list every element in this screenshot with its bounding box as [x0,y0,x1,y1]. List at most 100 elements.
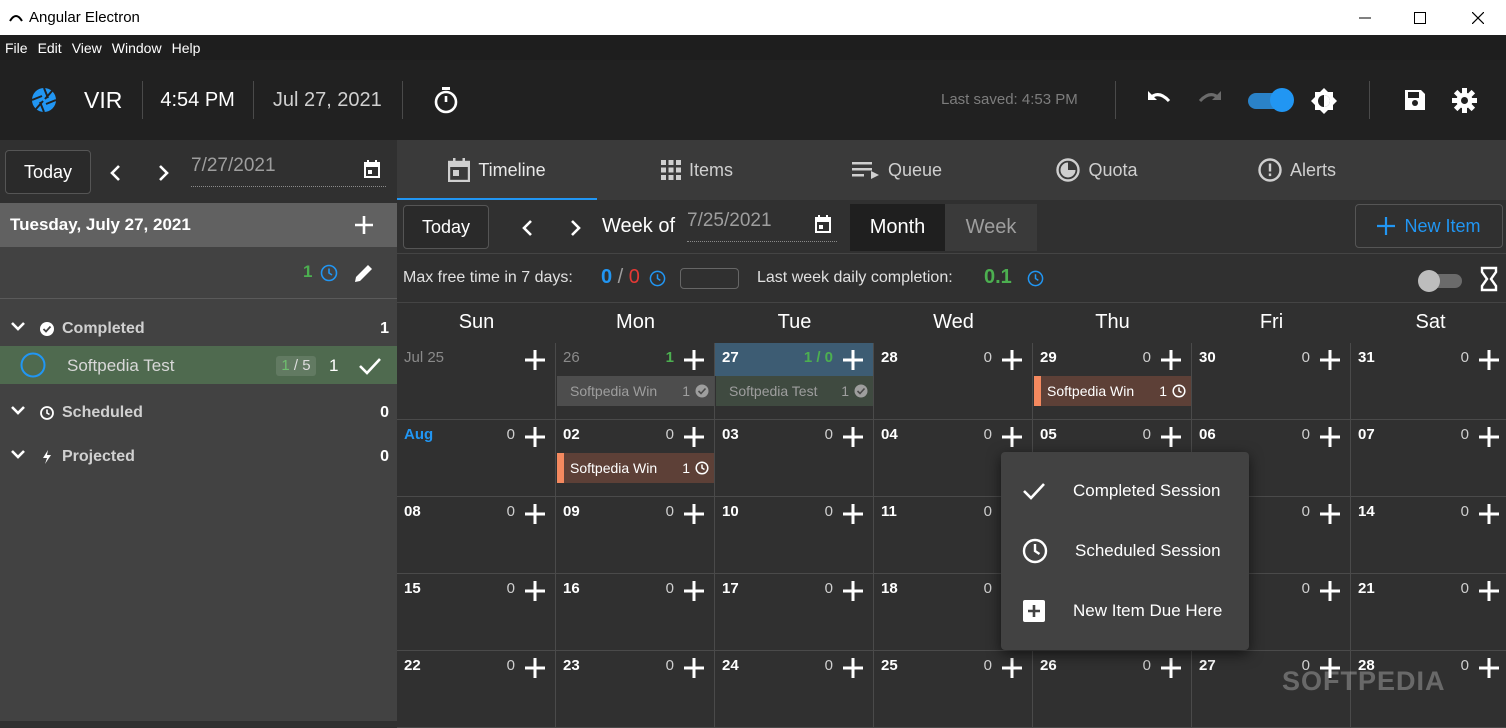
check-icon[interactable] [358,356,382,376]
calendar-day-cell[interactable]: 02 0 Softpedia Win 1 [556,420,715,497]
calendar-day-cell[interactable]: 16 0 [556,574,715,651]
calendar-day-cell[interactable]: 28 0 [874,343,1033,420]
redo-icon[interactable] [1196,87,1224,109]
brightness-icon[interactable] [1309,86,1339,116]
calendar-picker-icon[interactable] [364,160,380,178]
tab-quota[interactable]: Quota [997,140,1197,200]
calendar-day-cell[interactable]: 03 0 [715,420,874,497]
edit-pencil-icon[interactable] [352,261,376,285]
close-button[interactable] [1455,0,1501,35]
menu-window[interactable]: Window [107,40,167,56]
session-chip[interactable]: Softpedia Test 1 [716,376,873,406]
add-plus-icon[interactable] [1157,654,1185,682]
tab-items[interactable]: Items [597,140,797,200]
calendar-day-cell[interactable]: 26 1 Softpedia Win 1 [556,343,715,420]
add-plus-icon[interactable] [680,654,708,682]
calendar-day-cell[interactable]: 29 0 Softpedia Win 1 [1033,343,1192,420]
settings-gear-icon[interactable] [1451,87,1478,114]
new-item-button[interactable]: New Item [1355,204,1503,248]
calendar-day-cell[interactable]: Jul 25 [397,343,556,420]
group-completed[interactable]: Completed 1 [0,314,397,344]
session-chip[interactable]: Softpedia Win 1 [557,453,714,483]
add-plus-icon[interactable] [998,654,1026,682]
calendar-day-cell[interactable]: Aug 0 [397,420,556,497]
add-day-item-icon[interactable] [355,216,373,234]
sidebar-date-input[interactable]: 7/27/2021 [191,155,386,187]
add-plus-icon[interactable] [839,654,867,682]
calendar-today-button[interactable]: Today [403,205,489,249]
add-plus-icon[interactable] [1316,346,1344,374]
stopwatch-icon[interactable] [433,86,459,114]
undo-icon[interactable] [1145,87,1173,109]
group-projected[interactable]: Projected 0 [0,442,397,472]
sidebar-item-softpedia-test[interactable]: Softpedia Test 1 / 5 1 [0,346,397,384]
add-plus-icon[interactable] [839,577,867,605]
calendar-day-cell[interactable]: 22 0 [397,651,556,728]
hourglass-toggle[interactable] [1418,270,1464,292]
menu-file[interactable]: File [0,40,33,56]
item-status-circle-icon[interactable] [20,352,46,378]
add-plus-icon[interactable] [521,654,549,682]
calendar-picker-icon[interactable] [815,215,831,233]
menu-completed-session[interactable]: Completed Session [1001,461,1249,521]
calendar-day-cell[interactable]: 17 0 [715,574,874,651]
prev-week-chevron-icon[interactable] [521,219,533,237]
minimize-button[interactable] [1342,0,1388,35]
add-plus-icon[interactable] [521,577,549,605]
add-plus-icon[interactable] [1316,500,1344,528]
calendar-day-cell[interactable]: 30 0 [1192,343,1351,420]
dark-mode-toggle[interactable] [1248,88,1294,112]
add-plus-icon[interactable] [998,423,1026,451]
add-plus-icon[interactable] [680,500,708,528]
calendar-day-cell[interactable]: 31 0 [1351,343,1506,420]
add-plus-icon[interactable] [680,423,708,451]
menu-help[interactable]: Help [167,40,206,56]
add-plus-icon[interactable] [1316,423,1344,451]
add-plus-icon[interactable] [1475,654,1503,682]
add-plus-icon[interactable] [1316,577,1344,605]
next-week-chevron-icon[interactable] [570,219,582,237]
calendar-day-cell[interactable]: 27 1 / 0 Softpedia Test 1 [715,343,874,420]
calendar-day-cell[interactable]: 24 0 [715,651,874,728]
calendar-day-cell[interactable]: 25 0 [874,651,1033,728]
week-date-input[interactable]: 7/25/2021 [687,210,837,242]
add-plus-icon[interactable] [680,346,708,374]
calendar-day-cell[interactable]: 10 0 [715,497,874,574]
menu-view[interactable]: View [67,40,107,56]
tab-queue[interactable]: Queue [797,140,997,200]
add-plus-icon[interactable] [839,346,867,374]
tab-alerts[interactable]: Alerts [1197,140,1397,200]
menu-edit[interactable]: Edit [33,40,67,56]
view-week-button[interactable]: Week [945,204,1037,251]
next-day-chevron-icon[interactable] [158,164,170,182]
calendar-day-cell[interactable]: 26 0 [1033,651,1192,728]
add-plus-icon[interactable] [1157,423,1185,451]
add-plus-icon[interactable] [521,500,549,528]
menu-scheduled-session[interactable]: Scheduled Session [1001,521,1249,581]
add-plus-icon[interactable] [839,423,867,451]
add-plus-icon[interactable] [1475,577,1503,605]
menu-new-item-due[interactable]: New Item Due Here [1001,581,1249,641]
session-chip[interactable]: Softpedia Win 1 [1034,376,1191,406]
tab-timeline[interactable]: Timeline [397,140,597,200]
add-plus-icon[interactable] [521,346,549,374]
add-plus-icon[interactable] [1475,423,1503,451]
add-plus-icon[interactable] [680,577,708,605]
calendar-day-cell[interactable]: 09 0 [556,497,715,574]
group-scheduled[interactable]: Scheduled 0 [0,398,397,428]
calendar-day-cell[interactable]: 15 0 [397,574,556,651]
hourglass-icon[interactable] [1480,266,1498,292]
session-chip[interactable]: Softpedia Win 1 [557,376,714,406]
add-plus-icon[interactable] [998,346,1026,374]
add-plus-icon[interactable] [839,500,867,528]
sidebar-today-button[interactable]: Today [5,150,91,194]
view-month-button[interactable]: Month [850,204,945,251]
add-plus-icon[interactable] [1475,346,1503,374]
calendar-day-cell[interactable]: 14 0 [1351,497,1506,574]
maximize-button[interactable] [1397,0,1443,35]
calendar-day-cell[interactable]: 21 0 [1351,574,1506,651]
add-plus-icon[interactable] [1157,346,1185,374]
add-plus-icon[interactable] [521,423,549,451]
free-time-input[interactable] [680,268,739,289]
calendar-day-cell[interactable]: 23 0 [556,651,715,728]
